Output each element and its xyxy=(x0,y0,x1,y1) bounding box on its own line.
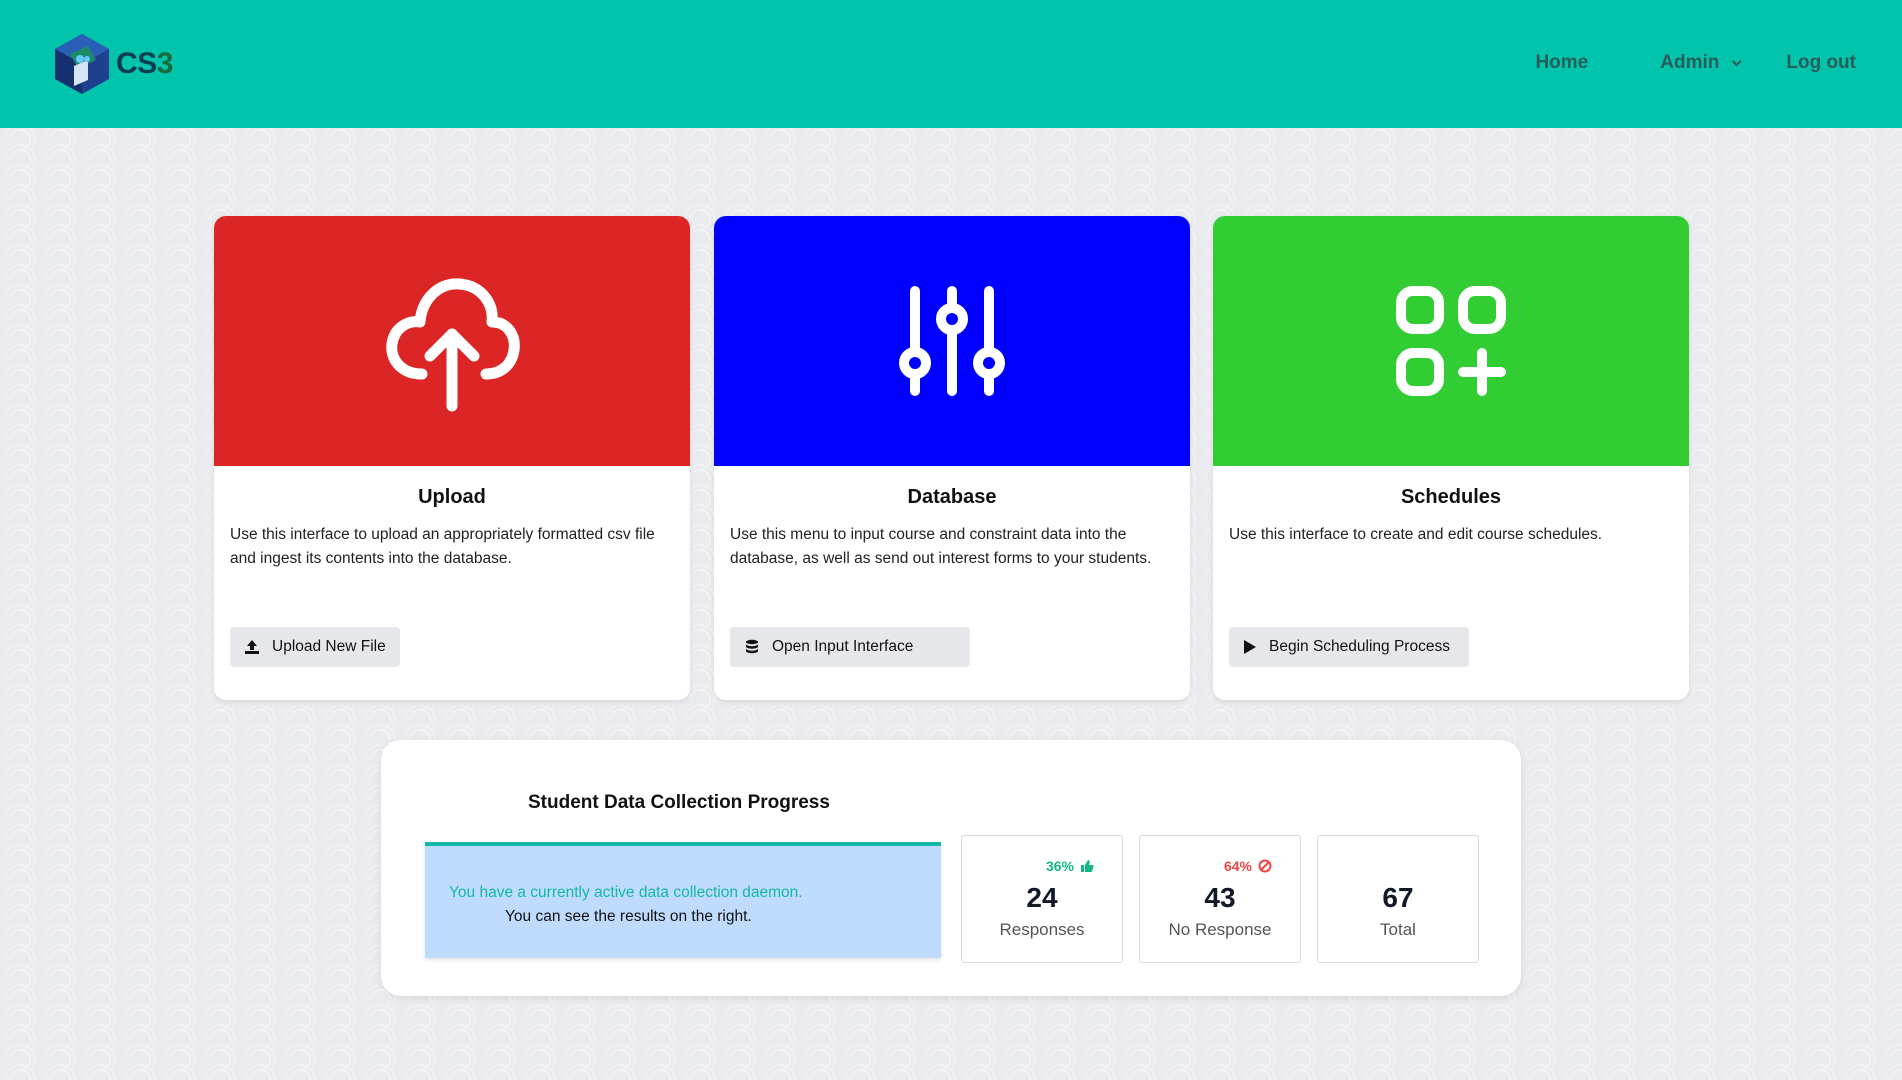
upload-icon xyxy=(244,639,260,655)
upload-card: Upload Use this interface to upload an a… xyxy=(214,216,690,700)
stat-responses-percent: 36% xyxy=(1046,858,1094,874)
begin-scheduling-label: Begin Scheduling Process xyxy=(1269,638,1450,655)
open-input-interface-button[interactable]: Open Input Interface xyxy=(730,627,970,667)
data-collection-progress-panel: Student Data Collection Progress You hav… xyxy=(381,740,1521,996)
chevron-down-icon xyxy=(1732,55,1742,66)
ban-icon xyxy=(1258,859,1272,873)
upload-card-hero xyxy=(214,216,690,466)
nav-admin-dropdown[interactable]: Admin xyxy=(1660,52,1742,74)
daemon-status-line: You have a currently active data collect… xyxy=(449,884,803,901)
stat-responses-percent-value: 36% xyxy=(1045,858,1074,874)
database-card: Database Use this menu to input course a… xyxy=(714,216,1190,700)
stat-no-response-percent-value: 64% xyxy=(1223,858,1252,874)
schedules-card: Schedules Use this interface to create a… xyxy=(1213,216,1689,700)
top-navbar: CS3 Home Admin Log out xyxy=(0,0,1902,128)
nav-admin-label: Admin xyxy=(1660,52,1720,73)
stat-no-response: 64% 43 No Response xyxy=(1139,835,1301,963)
cloud-upload-icon xyxy=(386,278,520,412)
logo-wordmark: CS3 xyxy=(116,47,173,80)
schedules-card-hero xyxy=(1213,216,1689,466)
apps-add-icon xyxy=(1396,286,1506,396)
stat-no-response-value: 43 xyxy=(1204,882,1236,913)
main-nav: Home Admin Log out xyxy=(1535,52,1856,74)
database-card-title: Database xyxy=(907,486,997,508)
stat-responses-value: 24 xyxy=(1026,882,1058,913)
stat-responses-label: Responses xyxy=(999,920,1085,939)
upload-new-file-button[interactable]: Upload New File xyxy=(230,627,400,667)
nav-logout-link[interactable]: Log out xyxy=(1786,52,1856,74)
daemon-status-alert: You have a currently active data collect… xyxy=(425,842,941,958)
stat-responses: 36% 24 Responses xyxy=(961,835,1123,963)
upload-card-description: Use this interface to upload an appropri… xyxy=(230,526,655,567)
database-icon xyxy=(744,639,760,655)
nav-home-link[interactable]: Home xyxy=(1535,52,1588,74)
app-logo[interactable]: CS3 xyxy=(52,32,173,96)
sliders-icon xyxy=(899,286,1005,396)
upload-new-file-label: Upload New File xyxy=(272,638,386,655)
stat-no-response-percent: 64% xyxy=(1224,858,1272,874)
schedules-card-title: Schedules xyxy=(1400,486,1502,508)
stat-total: 67 Total xyxy=(1317,835,1479,963)
daemon-hint-line: You can see the results on the right. xyxy=(505,908,752,925)
database-card-hero xyxy=(714,216,1190,466)
database-card-description: Use this menu to input course and constr… xyxy=(730,526,1152,567)
schedules-card-description: Use this interface to create and edit co… xyxy=(1229,526,1603,543)
open-input-interface-label: Open Input Interface xyxy=(772,638,914,655)
thumbs-up-icon xyxy=(1080,859,1094,873)
upload-card-title: Upload xyxy=(418,486,486,508)
stat-no-response-label: No Response xyxy=(1168,920,1272,939)
begin-scheduling-button[interactable]: Begin Scheduling Process xyxy=(1229,627,1469,667)
stat-total-label: Total xyxy=(1380,920,1416,939)
stat-total-value: 67 xyxy=(1382,882,1414,913)
play-icon xyxy=(1243,639,1257,655)
logo-cube-icon xyxy=(55,34,109,94)
progress-title: Student Data Collection Progress xyxy=(528,792,830,813)
